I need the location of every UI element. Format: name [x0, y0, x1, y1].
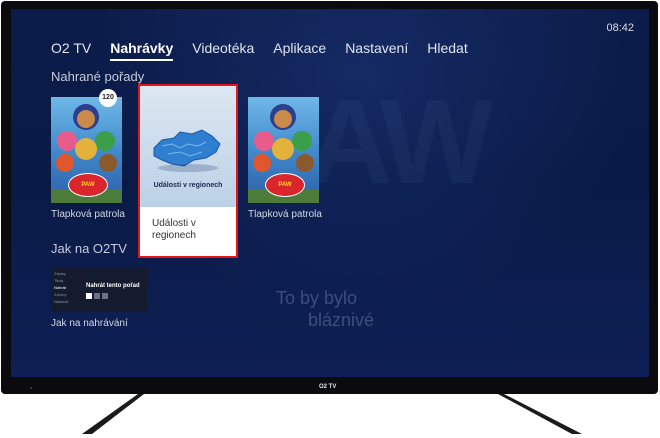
tv-brand-logo: O2 TV: [319, 384, 337, 390]
card-label: Události v regionech: [152, 218, 196, 241]
tab-nastaveni[interactable]: Nastavení: [345, 39, 408, 59]
card-label: Tlapková patrola: [248, 209, 322, 220]
tv-frame: PAW To by bylo bláznivé 08:42 O2 TV Nahr…: [1, 1, 658, 394]
power-led: [30, 387, 32, 389]
card-label: Tlapková patrola: [51, 209, 125, 220]
recorded-item-tlapkova-patrola-1[interactable]: PAW PATROL 120 Tlapková patrola: [51, 89, 129, 227]
poster-image: PAW PATROL: [51, 97, 122, 203]
tab-videoteka[interactable]: Videotéka: [192, 39, 254, 59]
tab-aplikace[interactable]: Aplikace: [273, 39, 326, 59]
tab-hledat[interactable]: Hledat: [427, 39, 467, 59]
tv-stand-left: [82, 394, 144, 434]
background-subtitle-line-2: bláznivé: [308, 310, 375, 330]
series-icon: [94, 293, 100, 299]
background-subtitle: To by bylo bláznivé: [276, 287, 374, 331]
tab-o2tv[interactable]: O2 TV: [51, 39, 91, 59]
howto-menu-item-selected: Nahrát: [54, 285, 67, 290]
howto-item-thumbnail[interactable]: Zápisy Tituly Nahrát Zdroby Nastavit Nah…: [51, 267, 147, 312]
paw-patrol-logo: PAW PATROL: [265, 173, 305, 197]
record-icon: [86, 293, 92, 299]
howto-menu-item: Tituly: [54, 278, 64, 283]
thumbnail-caption: Události v regionech: [153, 182, 223, 189]
delete-icon: [102, 293, 108, 299]
episode-count-badge: 120: [99, 89, 117, 107]
tab-nahravky[interactable]: Nahrávky: [110, 39, 174, 61]
main-nav: O2 TV Nahrávky Videotéka Aplikace Nastav…: [51, 39, 487, 61]
tv-stand-right: [498, 394, 582, 434]
howto-menu-item: Zápisy: [54, 271, 66, 276]
howto-menu-item: Nastavit: [54, 299, 69, 304]
background-subtitle-line-1: To by bylo: [276, 288, 358, 308]
howto-section-title: Jak na O2TV: [51, 241, 127, 256]
poster-image: PAW PATROL: [248, 97, 319, 203]
paw-patrol-logo: PAW PATROL: [68, 173, 108, 197]
thumbnail-image: Události v regionech: [140, 86, 236, 207]
howto-thumb-menu: Zápisy Tituly Nahrát Zdroby Nastavit: [54, 270, 68, 305]
tv-screen: PAW To by bylo bláznivé 08:42 O2 TV Nahr…: [11, 9, 649, 377]
recorded-item-udalosti-v-regionech[interactable]: Události v regionech Události v regionec…: [138, 84, 238, 258]
recorded-item-tlapkova-patrola-2[interactable]: PAW PATROL Tlapková patrola: [248, 97, 326, 227]
howto-item-label: Jak na nahrávání: [51, 318, 128, 329]
clock: 08:42: [606, 22, 634, 34]
howto-thumb-text: Nahrát tento pořad: [86, 283, 140, 289]
howto-thumb-icons: [86, 293, 108, 299]
howto-menu-item: Zdroby: [54, 292, 67, 297]
recorded-section-title: Nahrané pořady: [51, 69, 145, 84]
